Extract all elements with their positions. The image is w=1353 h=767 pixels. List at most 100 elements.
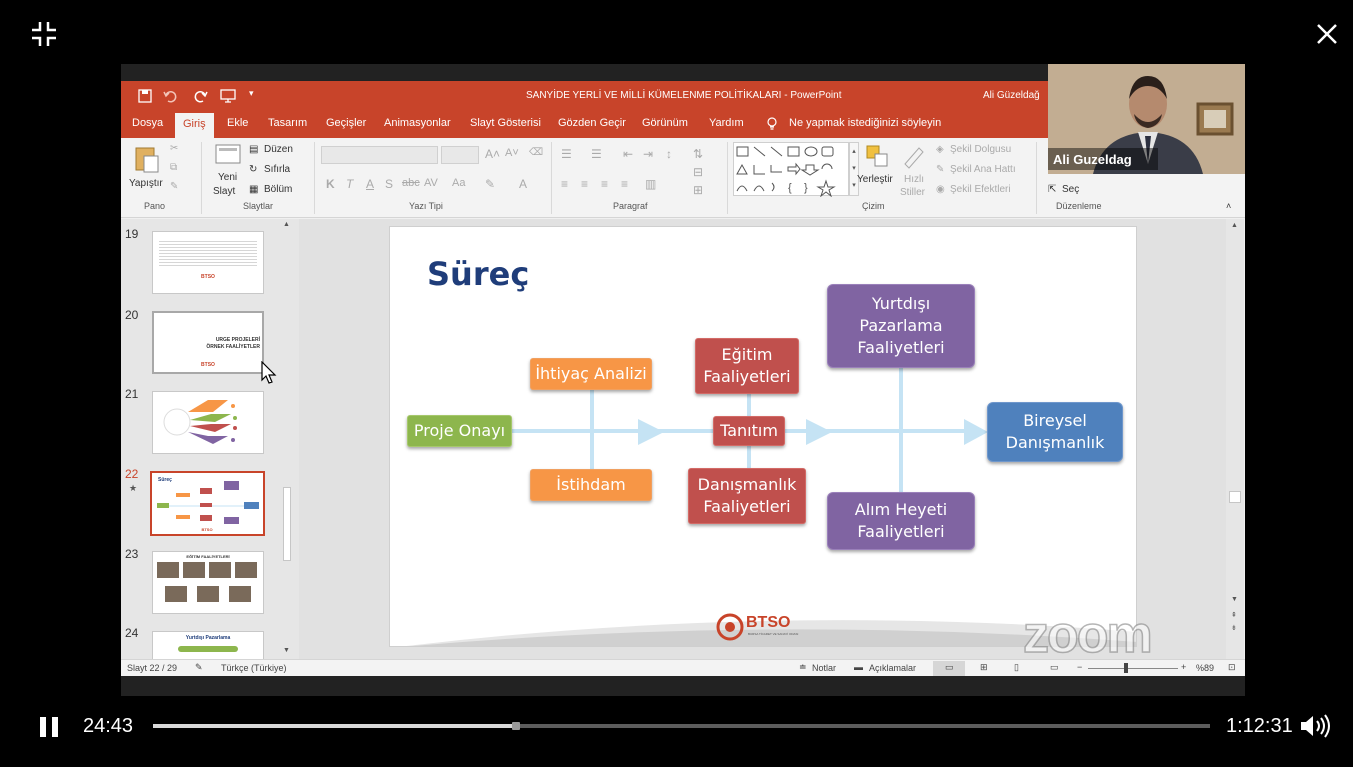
start-slideshow-icon[interactable] [220,89,236,103]
shapes-gallery[interactable]: { } [733,142,849,198]
zoom-level[interactable]: %89 [1196,663,1214,673]
cut-icon[interactable]: ✂ [170,143,178,154]
slide-sorter-icon[interactable]: ⊞ [980,662,988,673]
shape-fill-button[interactable]: Şekil Dolgusu [950,144,1011,155]
slide-thumbnail[interactable]: Yurtdışı Pazarlama [152,631,264,659]
clear-format-icon[interactable]: ⌫ [529,147,543,158]
box-proje-onayi[interactable]: Proje Onayı [407,415,512,447]
new-slide-icon[interactable] [215,144,241,166]
tell-me-search[interactable]: Ne yapmak istediğinizi söyleyin [789,117,941,129]
box-yurtdisi[interactable]: Yurtdışı Pazarlama Faaliyetleri [827,284,975,368]
save-icon[interactable] [138,89,152,103]
volume-button[interactable] [1299,713,1335,739]
paste-icon[interactable] [134,144,160,174]
signed-in-user[interactable]: Ali Güzeldağ [983,90,1040,101]
box-istihdam[interactable]: İstihdam [530,469,652,501]
previous-slide-icon[interactable]: ⇞ [1231,611,1237,619]
decrease-indent-icon[interactable]: ⇤ [623,147,633,161]
slide-thumbnail[interactable]: URGE PROJELERİ ÖRNEK FAALİYETLER BTSO [152,311,264,374]
layout-button[interactable]: Düzen [264,144,293,155]
quick-styles-label-2[interactable]: Stiller [900,187,925,198]
box-tanitim[interactable]: Tanıtım [713,416,785,446]
scroll-up-icon[interactable]: ▲ [283,221,290,228]
tab-home[interactable]: Giriş [175,113,214,138]
font-color-icon[interactable]: A [519,177,527,191]
change-case-icon[interactable]: Aa [452,177,465,189]
slide-22[interactable]: Süreç Proje Onayı İhtiyaç Analizi İstihd… [389,226,1137,647]
shape-effects-button[interactable]: Şekil Efektleri [950,184,1011,195]
tab-slideshow[interactable]: Slayt Gösterisi [470,117,541,129]
reading-view-icon[interactable]: ▯ [1014,662,1019,673]
reset-button[interactable]: Sıfırla [264,164,290,175]
box-ihtiyac-analizi[interactable]: İhtiyaç Analizi [530,358,652,390]
slide-scrollbar[interactable]: ▲ ▼ ⇞ ⇟ [1226,219,1244,659]
thumbnails-scroll-thumb[interactable] [283,487,291,561]
tab-design[interactable]: Tasarım [268,117,307,129]
tab-transitions[interactable]: Geçişler [326,117,366,129]
format-painter-icon[interactable]: ✎ [170,181,178,192]
exit-fullscreen-icon[interactable] [30,20,58,48]
arrange-icon[interactable] [865,144,891,170]
slide-thumbnail-selected[interactable]: Süreç BTSO [150,471,265,536]
char-spacing-icon[interactable]: AV [424,177,438,189]
notes-button[interactable]: Notlar [812,663,836,673]
strikethrough-icon[interactable]: abc [402,177,420,189]
zoom-in-icon[interactable]: + [1181,662,1186,672]
slide-scroll-thumb[interactable] [1229,491,1241,503]
tab-file[interactable]: Dosya [132,117,163,129]
increase-indent-icon[interactable]: ⇥ [643,147,653,161]
box-danismanlik[interactable]: Danışmanlık Faaliyetleri [688,468,806,524]
align-text-icon[interactable]: ⊟ [693,165,703,179]
numbering-icon[interactable]: ☰ [591,147,602,161]
box-egitim[interactable]: Eğitim Faaliyetleri [695,338,799,394]
shapes-more-icon[interactable]: ▴ ▾ ▾ [849,142,859,196]
align-left-icon[interactable]: ≡ [561,177,568,191]
bullets-icon[interactable]: ☰ [561,147,572,161]
italic-icon[interactable]: T [346,177,353,191]
seek-handle[interactable] [512,722,521,730]
font-family-select[interactable] [321,146,438,164]
text-direction-icon[interactable]: ⇅ [693,147,703,161]
highlight-icon[interactable]: ✎ [485,177,495,191]
thumbnails-scrollbar[interactable]: ▲ ▼ [281,219,293,659]
shadow-icon[interactable]: S [385,177,393,191]
select-button[interactable]: Seç [1062,184,1079,195]
columns-icon[interactable]: ▥ [645,177,656,191]
language-indicator[interactable]: Türkçe (Türkiye) [221,663,287,673]
align-center-icon[interactable]: ≡ [581,177,588,191]
justify-icon[interactable]: ≡ [621,177,628,191]
seek-bar[interactable] [153,722,1210,730]
spelling-icon[interactable]: ✎ [195,662,203,673]
tab-view[interactable]: Görünüm [642,117,688,129]
scroll-down-icon[interactable]: ▼ [1231,596,1238,603]
tab-review[interactable]: Gözden Geçir [558,117,626,129]
collapse-ribbon-icon[interactable]: ˄ [1226,201,1231,211]
redo-icon[interactable] [194,89,208,103]
bold-icon[interactable]: K [326,177,335,191]
box-bireysel[interactable]: Bireysel Danışmanlık [987,402,1123,462]
arrange-button[interactable]: Yerleştir [857,174,893,185]
copy-icon[interactable]: ⧉ [170,162,177,173]
slide-thumbnail[interactable]: EĞİTİM FAALİYETLERİ [152,551,264,614]
font-size-select[interactable] [441,146,479,164]
comments-button[interactable]: Açıklamalar [869,663,916,673]
new-slide-label-1[interactable]: Yeni [218,172,237,183]
tab-animations[interactable]: Animasyonlar [384,117,451,129]
quick-styles-label-1[interactable]: Hızlı [904,174,924,185]
shape-outline-button[interactable]: Şekil Ana Hattı [950,164,1016,175]
line-spacing-icon[interactable]: ↕ [666,147,672,161]
close-icon[interactable] [1314,21,1340,47]
scroll-down-icon[interactable]: ▼ [283,647,290,654]
slide-thumbnail[interactable] [152,391,264,454]
smartart-icon[interactable]: ⊞ [693,183,703,197]
fit-to-window-icon[interactable]: ⊡ [1228,662,1236,673]
underline-icon[interactable]: A [366,177,374,191]
decrease-font-icon[interactable]: A˅ [505,147,519,159]
zoom-slider[interactable] [1088,668,1178,669]
tab-help[interactable]: Yardım [709,117,744,129]
pause-button[interactable] [38,716,60,738]
next-slide-icon[interactable]: ⇟ [1231,624,1237,632]
new-slide-label-2[interactable]: Slayt [213,186,235,197]
section-button[interactable]: Bölüm [264,184,292,195]
quick-styles-icon[interactable] [901,144,927,170]
